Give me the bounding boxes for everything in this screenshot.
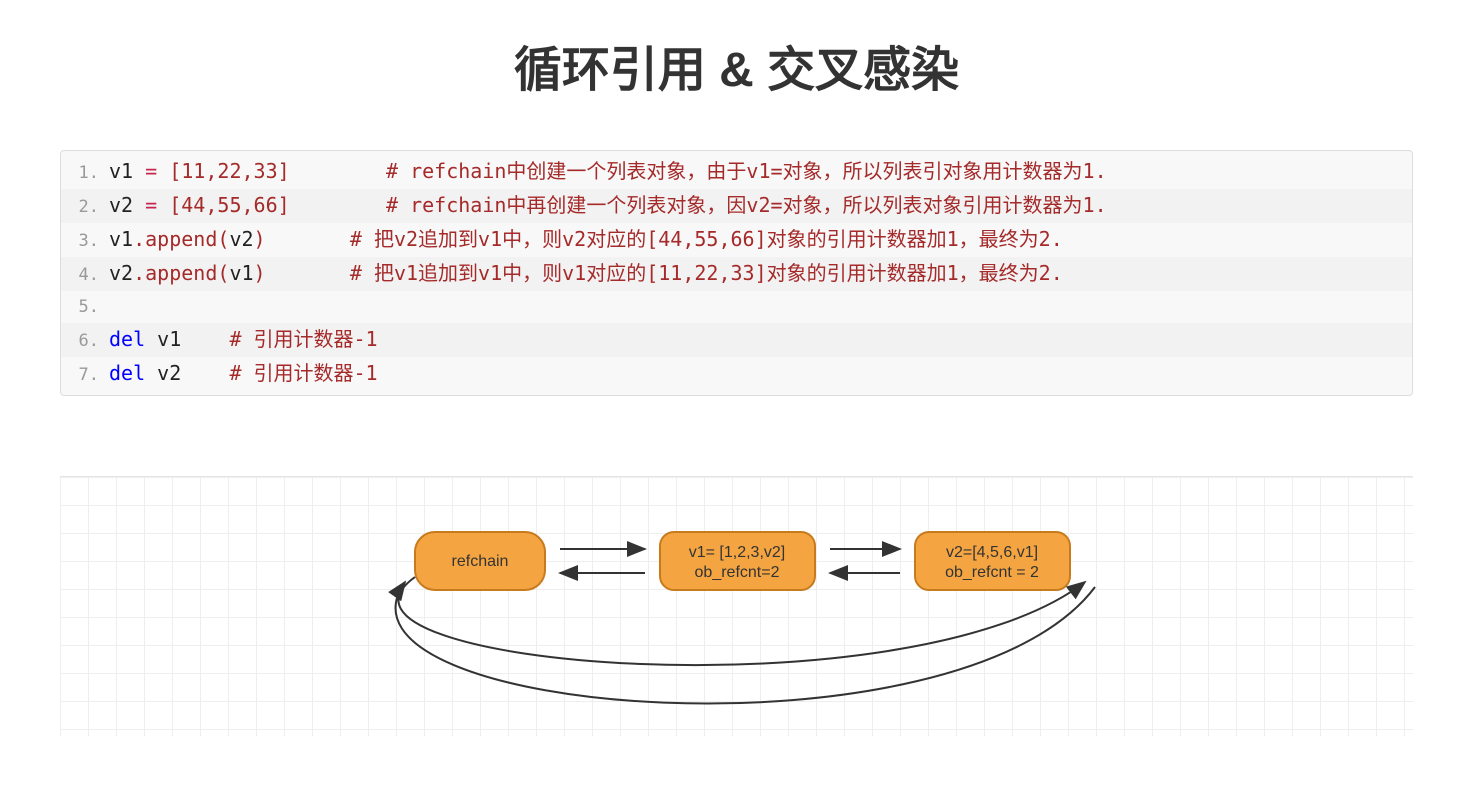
slide-title: 循环引用 & 交叉感染 bbox=[0, 30, 1473, 100]
node-v2 bbox=[915, 532, 1070, 590]
node-v1-line2: ob_refcnt=2 bbox=[695, 564, 780, 581]
diagram: refchain v1= [1,2,3,v2] ob_refcnt=2 v2=[… bbox=[60, 476, 1413, 736]
slide: 循环引用 & 交叉感染 1. v1 = [11,22,33] # refchain… bbox=[0, 0, 1473, 801]
node-refchain-label: refchain bbox=[452, 553, 509, 570]
code-line: 2. v2 = [44,55,66] # refchain中再创建一个列表对象，因… bbox=[61, 189, 1412, 223]
line-number: 4. bbox=[71, 259, 99, 291]
line-number: 1. bbox=[71, 157, 99, 189]
code-line: 1. v1 = [11,22,33] # refchain中创建一个列表对象，由于… bbox=[61, 155, 1412, 189]
code-block: 1. v1 = [11,22,33] # refchain中创建一个列表对象，由于… bbox=[60, 150, 1413, 396]
code-line: 5. bbox=[61, 291, 1412, 323]
code-content: v1.append(v2) # 把v2追加到v1中，则v2对应的[44,55,6… bbox=[109, 223, 1063, 255]
code-content: v1 = [11,22,33] # refchain中创建一个列表对象，由于v1… bbox=[109, 155, 1107, 187]
code-line: 7. del v2 # 引用计数器-1 bbox=[61, 357, 1412, 391]
line-number: 6. bbox=[71, 325, 99, 357]
node-v2-line1: v2=[4,5,6,v1] bbox=[946, 544, 1038, 561]
node-v2-line2: ob_refcnt = 2 bbox=[945, 564, 1039, 581]
node-v1 bbox=[660, 532, 815, 590]
arrow-curve-v2-to-refchain bbox=[396, 582, 1095, 704]
code-line: 6. del v1 # 引用计数器-1 bbox=[61, 323, 1412, 357]
line-number: 5. bbox=[71, 291, 99, 323]
code-line: 3. v1.append(v2) # 把v2追加到v1中，则v2对应的[44,55… bbox=[61, 223, 1412, 257]
line-number: 3. bbox=[71, 225, 99, 257]
code-content: del v1 # 引用计数器-1 bbox=[109, 323, 378, 355]
node-v1-line1: v1= [1,2,3,v2] bbox=[689, 544, 786, 561]
code-line: 4. v2.append(v1) # 把v1追加到v1中，则v1对应的[11,22… bbox=[61, 257, 1412, 291]
line-number: 7. bbox=[71, 359, 99, 391]
code-content: del v2 # 引用计数器-1 bbox=[109, 357, 378, 389]
refchain-diagram-svg: refchain v1= [1,2,3,v2] ob_refcnt=2 v2=[… bbox=[60, 487, 1413, 747]
code-content: v2.append(v1) # 把v1追加到v1中，则v1对应的[11,22,3… bbox=[109, 257, 1063, 289]
code-content: v2 = [44,55,66] # refchain中再创建一个列表对象，因v2… bbox=[109, 189, 1107, 221]
line-number: 2. bbox=[71, 191, 99, 223]
